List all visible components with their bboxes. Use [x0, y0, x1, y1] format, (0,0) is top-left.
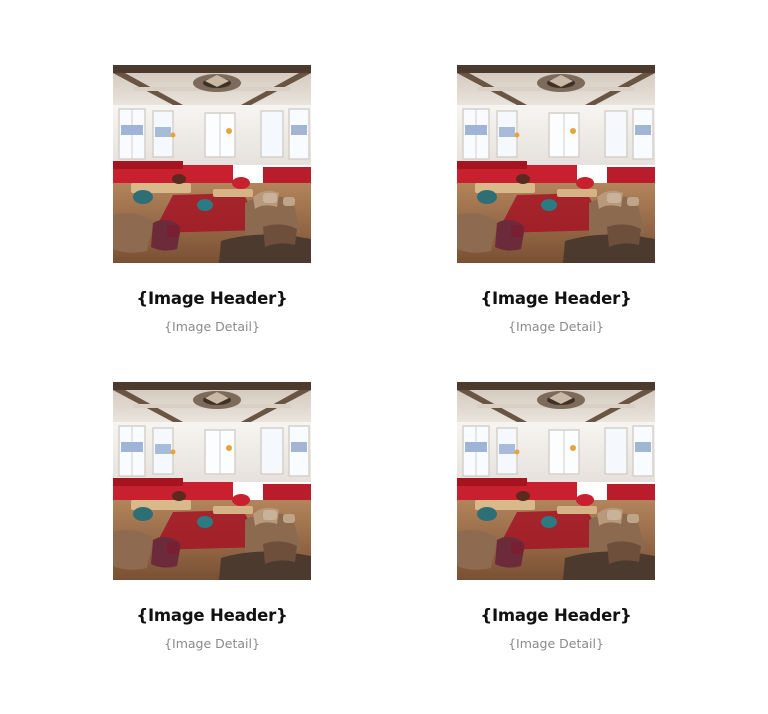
restaurant-interior-photo — [113, 382, 311, 580]
image-header: {Image Header} — [480, 606, 632, 625]
image-detail: {Image Detail} — [164, 319, 260, 334]
image-gallery: {Image Header} {Image Detail} {Image Hea… — [0, 0, 768, 714]
image-detail: {Image Detail} — [508, 319, 604, 334]
image-detail: {Image Detail} — [164, 636, 260, 651]
gallery-card[interactable]: {Image Header} {Image Detail} — [113, 65, 311, 335]
image-header: {Image Header} — [136, 606, 288, 625]
gallery-card[interactable]: {Image Header} {Image Detail} — [113, 382, 311, 652]
image-header: {Image Header} — [480, 289, 632, 308]
gallery-card[interactable]: {Image Header} {Image Detail} — [457, 382, 655, 652]
restaurant-interior-photo — [457, 382, 655, 580]
restaurant-interior-image[interactable] — [457, 382, 655, 580]
image-detail: {Image Detail} — [508, 636, 604, 651]
restaurant-interior-photo — [457, 65, 655, 263]
restaurant-interior-image[interactable] — [113, 65, 311, 263]
restaurant-interior-image[interactable] — [457, 65, 655, 263]
gallery-card[interactable]: {Image Header} {Image Detail} — [457, 65, 655, 335]
image-header: {Image Header} — [136, 289, 288, 308]
restaurant-interior-photo — [113, 65, 311, 263]
restaurant-interior-image[interactable] — [113, 382, 311, 580]
